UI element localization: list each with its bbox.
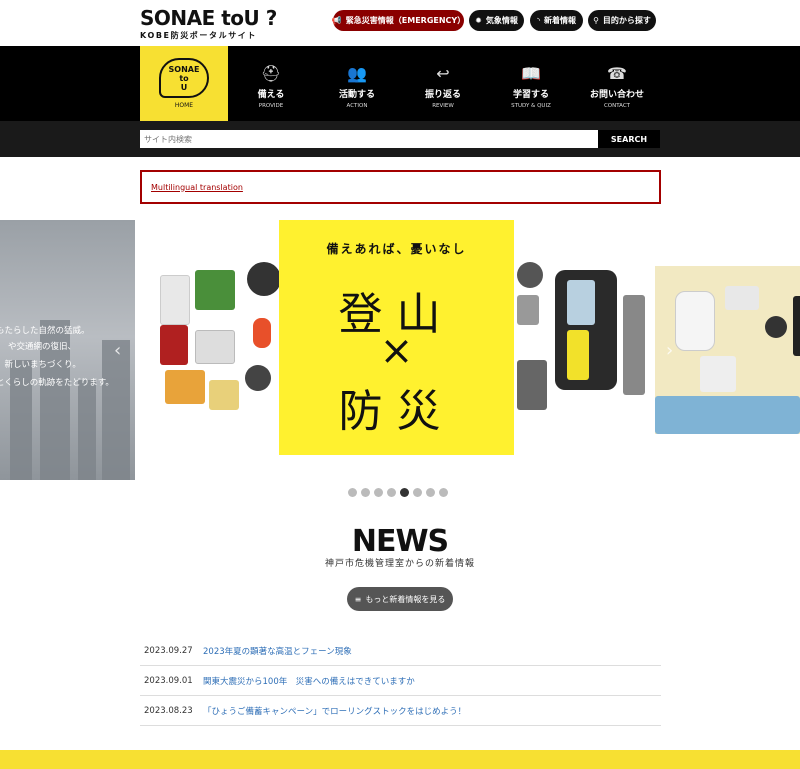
home-logo-badge: SONAE to U: [159, 58, 209, 98]
news-row[interactable]: 2023.08.23 「ひょうご備蓄キャンペーン」でローリングストックをはじめよ…: [140, 696, 661, 726]
nav-item-home[interactable]: SONAE to U HOME: [140, 46, 228, 121]
slide-current[interactable]: 備えあれば、憂いなし 登山 × 防災: [135, 220, 655, 480]
home-badge-bot: U: [180, 82, 188, 92]
search-button[interactable]: SEARCH: [598, 130, 660, 148]
nav-item-provide[interactable]: ⛑ 備える PROVIDE: [228, 46, 314, 121]
nav-home-label: HOME: [174, 102, 194, 109]
poster-cross: ×: [379, 328, 414, 374]
news-list: 2023.09.27 2023年夏の顕著な高温とフェーン現象 2023.09.0…: [140, 636, 661, 726]
news-date: 2023.09.27: [144, 645, 193, 656]
slider-dot[interactable]: [387, 488, 396, 497]
nav-contact-en: CONTACT: [603, 103, 631, 109]
phone-icon: ☎: [607, 64, 627, 83]
nav-item-study[interactable]: 📖 学習する STUDY & QUIZ: [488, 46, 574, 121]
news-title-link[interactable]: 関東大震災から100年 災害への備えはできていますか: [203, 675, 415, 687]
logo-main-text: SONAE toU ?: [140, 6, 277, 30]
more-news-button[interactable]: ≡ もっと新着情報を見る: [347, 587, 453, 611]
slider-dot[interactable]: [361, 488, 370, 497]
news-row[interactable]: 2023.09.01 関東大震災から100年 災害への備えはできていますか: [140, 666, 661, 696]
emergency-button[interactable]: 📢 緊急災害情報（EMERGENCY）: [331, 10, 466, 31]
rss-icon: ◝: [536, 16, 541, 25]
news-title-link[interactable]: 2023年夏の顕著な高温とフェーン現象: [203, 645, 352, 657]
weather-button[interactable]: ✹ 気象情報: [469, 10, 524, 31]
footer-band: [0, 750, 800, 769]
helmet-icon: ⛑: [260, 64, 282, 83]
purpose-search-button[interactable]: ⚲ 目的から探す: [588, 10, 656, 31]
emergency-button-label: 緊急災害情報（EMERGENCY）: [345, 16, 466, 25]
hero-slider: もたらした自然の猛威。 や交通網の復旧、 、新しいまちづくり。 とくらしの軌跡を…: [0, 220, 800, 480]
slide-left-line-1: もたらした自然の猛威。: [0, 326, 90, 336]
search-input[interactable]: [140, 130, 598, 148]
poster-line-2: 防災: [338, 386, 455, 437]
main-nav: SONAE to U HOME ⛑ 備える PROVIDE 👥 活動する ACT…: [0, 46, 800, 121]
slider-dot[interactable]: [400, 488, 409, 497]
search-bar: SEARCH: [0, 121, 800, 157]
news-heading: NEWS: [351, 524, 449, 559]
return-arrow-icon: ↩: [436, 64, 450, 83]
news-button[interactable]: ◝ 新着情報: [530, 10, 583, 31]
nav-study-en: STUDY & QUIZ: [511, 103, 551, 109]
home-badge-top: SONAE: [168, 64, 200, 74]
slider-pagination: [348, 488, 448, 497]
list-icon: ≡: [354, 594, 362, 604]
multilingual-box: Multilingual translation: [140, 170, 661, 204]
slider-dot[interactable]: [348, 488, 357, 497]
slider-dot[interactable]: [413, 488, 422, 497]
site-header: SONAE toU ? KOBE防災ポータルサイト 📢 緊急災害情報（EMERG…: [0, 0, 800, 46]
nav-provide-en: PROVIDE: [258, 103, 284, 109]
slider-dot[interactable]: [426, 488, 435, 497]
slide-next[interactable]: [655, 266, 800, 434]
nav-review-en: REVIEW: [432, 103, 454, 109]
news-row[interactable]: 2023.09.27 2023年夏の顕著な高温とフェーン現象: [140, 636, 661, 666]
poster-tagline: 備えあれば、憂いなし: [326, 242, 467, 256]
news-date: 2023.09.01: [144, 675, 193, 686]
book-icon: 📖: [521, 64, 541, 83]
slider-dot[interactable]: [439, 488, 448, 497]
news-date: 2023.08.23: [144, 705, 193, 716]
site-logo[interactable]: SONAE toU ? KOBE防災ポータルサイト: [140, 8, 277, 41]
nav-item-contact[interactable]: ☎ お問い合わせ CONTACT: [574, 46, 660, 121]
slide-left-line-4: とくらしの軌跡をたどります。: [0, 378, 114, 388]
purpose-search-button-label: 目的から探す: [602, 16, 651, 25]
megaphone-icon: 📢: [331, 16, 342, 25]
slider-next-arrow[interactable]: ›: [666, 340, 673, 361]
search-icon: ⚲: [593, 16, 599, 25]
nav-item-action[interactable]: 👥 活動する ACTION: [314, 46, 400, 121]
people-icon: 👥: [347, 64, 367, 83]
slider-dot[interactable]: [374, 488, 383, 497]
news-subheading: 神戸市危機管理室からの新着情報: [324, 559, 475, 569]
logo-sub-text: KOBE防災ポータルサイト: [140, 31, 258, 40]
weather-button-label: 気象情報: [485, 16, 518, 25]
slide-left-line-2: や交通網の復旧、: [8, 342, 77, 352]
slide-left-line-3: 、新しいまちづくり。: [0, 360, 81, 370]
nav-study-jp: 学習する: [512, 90, 549, 100]
nav-review-jp: 振り返る: [424, 90, 461, 100]
news-button-label: 新着情報: [544, 16, 577, 25]
nav-action-en: ACTION: [346, 103, 368, 109]
home-badge-mid: to: [179, 73, 189, 83]
nav-action-jp: 活動する: [338, 90, 375, 100]
news-title-link[interactable]: 「ひょうご備蓄キャンペーン」でローリングストックをはじめよう！: [203, 705, 466, 717]
campaign-poster: 備えあれば、憂いなし 登山 × 防災: [279, 220, 514, 455]
nav-contact-jp: お問い合わせ: [589, 90, 644, 100]
nav-item-review[interactable]: ↩ 振り返る REVIEW: [400, 46, 486, 121]
slider-prev-arrow[interactable]: ‹: [114, 340, 121, 361]
multilingual-link[interactable]: Multilingual translation: [151, 183, 243, 192]
more-news-label: もっと新着情報を見る: [365, 594, 446, 604]
nav-provide-jp: 備える: [257, 90, 285, 100]
sun-icon: ✹: [475, 16, 482, 25]
